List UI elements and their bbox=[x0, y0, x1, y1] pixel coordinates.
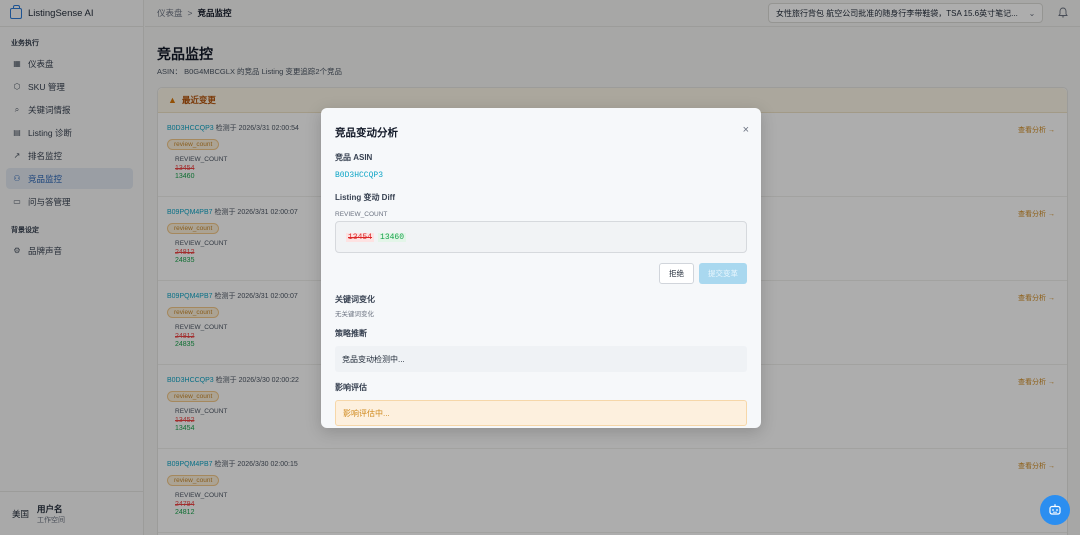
modal-actions: 拒绝 提交变革 bbox=[335, 263, 747, 284]
close-icon[interactable]: × bbox=[743, 124, 749, 136]
impact-label: 影响评估 bbox=[335, 383, 367, 392]
strategy-label: 策略推断 bbox=[335, 329, 367, 338]
diff-field-name: REVIEW_COUNT bbox=[335, 211, 388, 218]
diff-new-value: 13460 bbox=[378, 232, 407, 242]
keyword-change-note: 无关键词变化 bbox=[335, 311, 374, 318]
chat-bot-icon bbox=[1049, 504, 1061, 515]
reject-button[interactable]: 拒绝 bbox=[659, 263, 694, 284]
competitor-change-modal: 竞品变动分析 × 竞品 ASIN B0D3HCCQP3 Listing 变动 D… bbox=[321, 108, 761, 428]
diff-box: 13454 13460 bbox=[335, 221, 747, 253]
diff-label: Listing 变动 Diff bbox=[335, 193, 395, 202]
impact-panel: 影响评估中... bbox=[335, 400, 747, 426]
submit-change-button[interactable]: 提交变革 bbox=[699, 263, 747, 284]
diff-old-value: 13454 bbox=[346, 232, 375, 242]
competitor-asin[interactable]: B0D3HCCQP3 bbox=[335, 171, 747, 180]
asin-label: 竞品 ASIN bbox=[335, 153, 373, 162]
strategy-panel: 竞品变动检测中... bbox=[335, 346, 747, 372]
keyword-change-label: 关键词变化 bbox=[335, 295, 375, 304]
chat-assistant-button[interactable] bbox=[1040, 495, 1070, 525]
modal-title: 竞品变动分析 bbox=[335, 127, 398, 139]
